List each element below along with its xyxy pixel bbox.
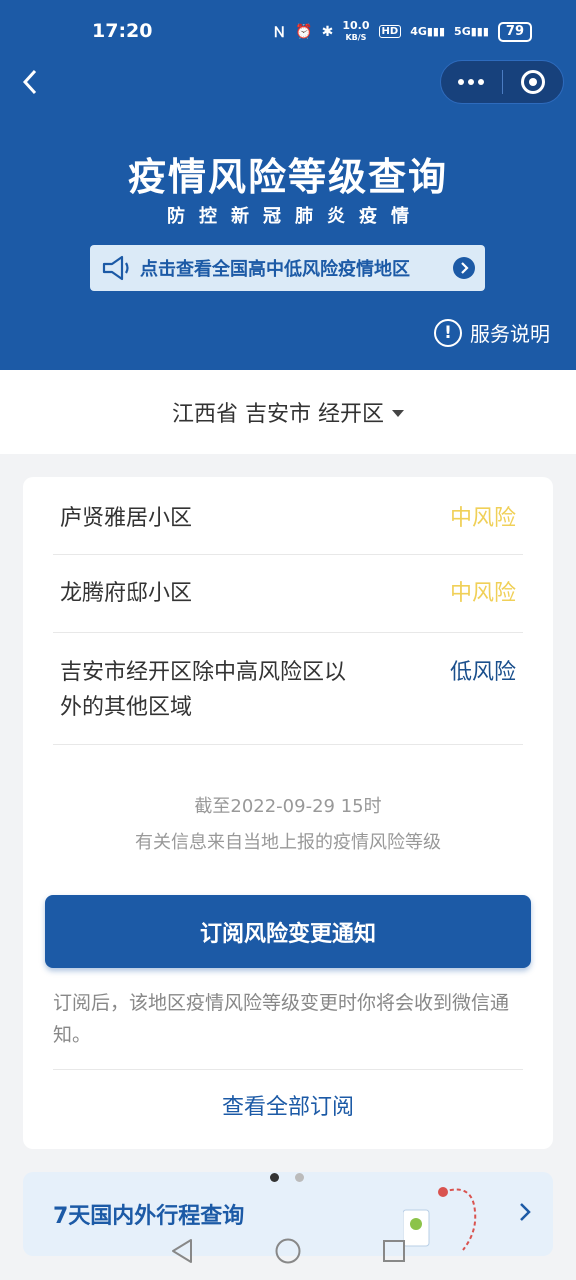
carousel-pager bbox=[270, 1173, 304, 1182]
subscribe-button[interactable]: 订阅风险变更通知 bbox=[45, 895, 531, 968]
signal-icon-1: 4G▮▮▮ bbox=[410, 25, 446, 38]
more-button[interactable] bbox=[441, 60, 502, 104]
area-name: 吉安市经开区除中高风险区以外的其他区域 bbox=[60, 660, 347, 720]
status-icons: Ｎ ⏰ ✱ 10.0 KB/S HD 4G▮▮▮ 5G▮▮▮ 79 bbox=[272, 20, 532, 43]
service-label: 服务说明 bbox=[470, 322, 550, 346]
update-info: 截至2022-09-29 15时 有关信息来自当地上报的疫情风险等级 bbox=[23, 789, 553, 861]
region-label: 江西省 吉安市 经开区 bbox=[172, 402, 384, 427]
signal-icon-2: 5G▮▮▮ bbox=[454, 25, 489, 38]
risk-card: 庐贤雅居小区 中风险 龙腾府邸小区 中风险 吉安市经开区除中高风险区以外的其他区… bbox=[23, 477, 553, 1149]
list-item: 吉安市经开区除中高风险区以外的其他区域 低风险 bbox=[53, 633, 523, 745]
list-item: 庐贤雅居小区 中风险 bbox=[53, 497, 523, 555]
page-subtitle: 防控新冠肺炎疫情 bbox=[167, 206, 423, 227]
network-speed: 10.0 KB/S bbox=[342, 19, 370, 42]
miniprogram-capsule bbox=[440, 60, 564, 104]
bluetooth-icon: ✱ bbox=[321, 23, 334, 40]
header: 17:20 Ｎ ⏰ ✱ 10.0 KB/S HD 4G▮▮▮ 5G▮▮▮ 79 … bbox=[0, 0, 576, 370]
close-miniprogram-icon bbox=[520, 70, 545, 94]
risk-level: 中风险 bbox=[449, 506, 516, 531]
banner-text: 点击查看全国高中低风险疫情地区 bbox=[140, 259, 410, 280]
risk-level: 中风险 bbox=[449, 581, 516, 606]
status-time: 17:20 bbox=[92, 20, 153, 42]
area-name: 庐贤雅居小区 bbox=[60, 506, 193, 531]
info-icon: ! bbox=[434, 318, 462, 347]
update-source: 有关信息来自当地上报的疫情风险等级 bbox=[135, 832, 441, 853]
nav-home-button[interactable] bbox=[274, 1237, 302, 1265]
status-bar: 17:20 Ｎ ⏰ ✱ 10.0 KB/S HD 4G▮▮▮ 5G▮▮▮ 79 bbox=[0, 0, 576, 64]
nav-home-icon bbox=[275, 1238, 301, 1264]
nav-back-icon bbox=[172, 1239, 192, 1263]
back-button[interactable] bbox=[14, 64, 46, 100]
arrow-right-icon bbox=[453, 257, 475, 279]
dropdown-icon bbox=[392, 409, 404, 417]
nav-recent-icon bbox=[383, 1240, 405, 1262]
region-selector[interactable]: 江西省 吉安市 经开区 bbox=[0, 370, 576, 454]
view-all-subscriptions-link[interactable]: 查看全部订阅 bbox=[23, 1089, 553, 1121]
nav-recent-button[interactable] bbox=[382, 1239, 406, 1263]
risk-areas-banner[interactable]: 点击查看全国高中低风险疫情地区 bbox=[90, 245, 485, 291]
divider bbox=[53, 1069, 523, 1070]
alarm-icon: ⏰ bbox=[295, 23, 313, 40]
risk-level: 低风险 bbox=[449, 660, 516, 685]
nav-back-button[interactable] bbox=[170, 1238, 194, 1264]
area-name: 龙腾府邸小区 bbox=[60, 581, 193, 606]
hd-icon: HD bbox=[378, 25, 402, 38]
battery-icon: 79 bbox=[497, 21, 532, 42]
system-nav-bar bbox=[0, 1222, 576, 1280]
service-info-link[interactable]: ! 服务说明 bbox=[434, 318, 550, 347]
list-item: 龙腾府邸小区 中风险 bbox=[53, 555, 523, 633]
more-icon bbox=[458, 79, 485, 85]
page-title: 疫情风险等级查询 bbox=[127, 155, 448, 199]
megaphone-icon bbox=[102, 255, 129, 281]
chevron-right-icon bbox=[520, 1203, 531, 1221]
subscribe-note: 订阅后，该地区疫情风险等级变更时你将会收到微信通知。 bbox=[53, 992, 510, 1046]
close-miniprogram-button[interactable] bbox=[502, 60, 563, 104]
back-icon bbox=[22, 69, 37, 95]
pager-dot-active bbox=[270, 1173, 279, 1182]
nfc-icon: Ｎ bbox=[272, 24, 287, 41]
update-time: 截至2022-09-29 15时 bbox=[194, 796, 382, 817]
pager-dot bbox=[295, 1173, 304, 1182]
